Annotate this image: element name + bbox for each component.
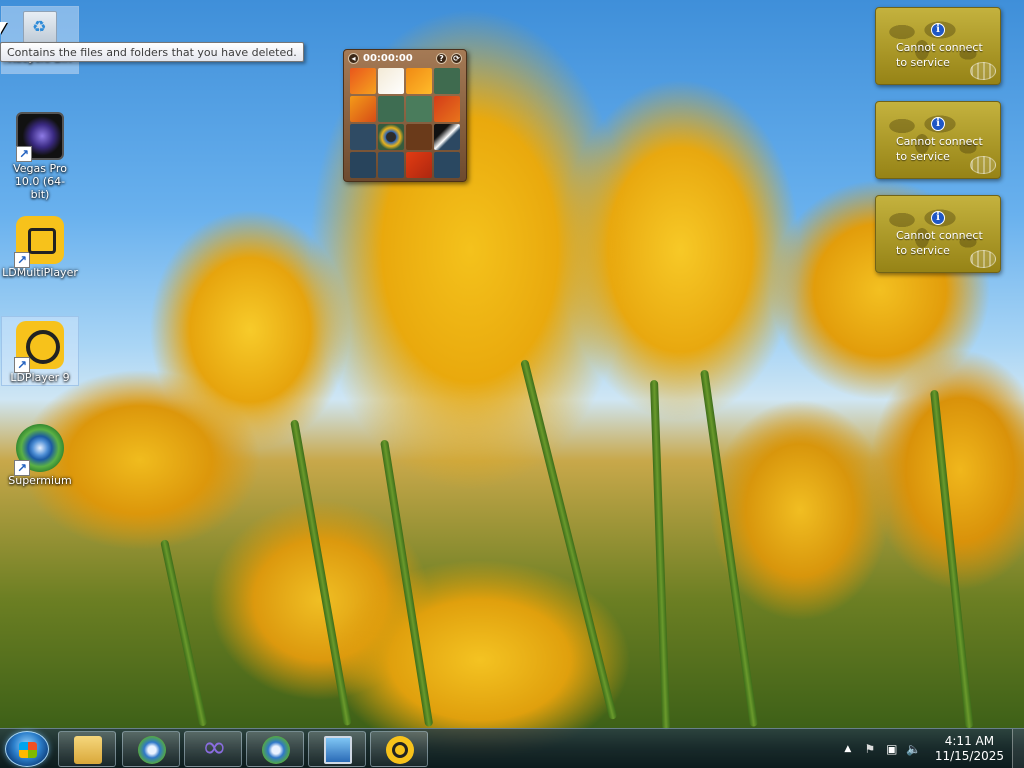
- wallpaper-stem: [380, 439, 434, 728]
- puzzle-tile[interactable]: [406, 96, 432, 122]
- puzzle-shuffle-button[interactable]: ⟳: [451, 53, 462, 64]
- weather-gadget[interactable]: i Cannot connect to service: [875, 7, 1001, 85]
- desktop-icon-ldmultiplayer[interactable]: ↗ LDMultiPlayer: [1, 212, 79, 279]
- weather-gadget[interactable]: i Cannot connect to service: [875, 195, 1001, 273]
- taskbar-button-remote-desktop[interactable]: [308, 731, 366, 767]
- puzzle-grid: [350, 68, 460, 178]
- desktop-icon-label: Supermium: [8, 474, 72, 487]
- puzzle-tile[interactable]: [378, 68, 404, 94]
- supermium-icon: [138, 736, 166, 764]
- puzzle-tile[interactable]: [378, 96, 404, 122]
- show-hidden-icons-button[interactable]: ▲: [840, 741, 856, 757]
- wallpaper-stem: [650, 379, 671, 730]
- taskbar-button-supermium[interactable]: [122, 731, 180, 767]
- desktop-icon-vegas-pro[interactable]: ↗ Vegas Pro 10.0 (64-bit): [1, 108, 79, 201]
- puzzle-tile[interactable]: [350, 68, 376, 94]
- supermium-icon: ↗: [14, 424, 64, 476]
- desktop-icon-label: Vegas Pro 10.0 (64-bit): [13, 162, 67, 201]
- ldmultiplayer-icon: ↗: [14, 216, 64, 268]
- mouse-cursor-icon: [0, 22, 7, 34]
- vegas-pro-icon: ↗: [16, 112, 64, 162]
- ldplayer-icon: ↗: [14, 321, 64, 373]
- puzzle-tile[interactable]: [350, 152, 376, 178]
- taskbar-button-ldplayer[interactable]: [370, 731, 428, 767]
- puzzle-tile[interactable]: [434, 124, 460, 150]
- info-icon: i: [931, 117, 945, 131]
- puzzle-tile[interactable]: [350, 124, 376, 150]
- shortcut-arrow-icon: ↗: [16, 146, 32, 162]
- puzzle-tile[interactable]: [406, 152, 432, 178]
- shortcut-arrow-icon: ↗: [14, 357, 30, 373]
- desktop-icon-ldplayer-9[interactable]: ↗ LDPlayer 9: [1, 316, 79, 386]
- show-desktop-button[interactable]: [1012, 729, 1024, 768]
- puzzle-tile[interactable]: [434, 68, 460, 94]
- shortcut-arrow-icon: ↗: [14, 460, 30, 476]
- puzzle-tile[interactable]: [434, 96, 460, 122]
- clock[interactable]: 4:11 AM 11/15/2025: [935, 734, 1004, 764]
- desktop-icon-label: LDMultiPlayer: [2, 266, 78, 279]
- wallpaper-stem: [160, 539, 208, 727]
- wallpaper-stem: [520, 359, 618, 720]
- monitor-icon: [324, 736, 352, 764]
- puzzle-tile[interactable]: [406, 124, 432, 150]
- ldplayer-icon: [386, 736, 414, 764]
- wallpaper-stem: [290, 419, 352, 726]
- weather-error-message: Cannot connect to service: [896, 228, 983, 258]
- shortcut-arrow-icon: ↗: [14, 252, 30, 268]
- volume-muted-icon[interactable]: 🔈: [906, 741, 922, 757]
- info-icon: i: [931, 23, 945, 37]
- clock-time: 4:11 AM: [944, 734, 995, 748]
- wallpaper-stem: [930, 389, 974, 729]
- globe-icon: [970, 156, 996, 174]
- recycle-bin-tooltip: Contains the files and folders that you …: [0, 42, 304, 62]
- globe-icon: [970, 62, 996, 80]
- desktop-icon-recycle-bin[interactable]: Recycle Bin: [1, 6, 79, 74]
- system-tray: ▲ ⚑ ▣ 🔈 4:11 AM 11/15/2025: [837, 729, 1024, 768]
- weather-gadget[interactable]: i Cannot connect to service: [875, 101, 1001, 179]
- weather-error-message: Cannot connect to service: [896, 40, 983, 70]
- puzzle-hint-button[interactable]: ◂: [348, 53, 359, 64]
- puzzle-titlebar: ◂ 00:00:00 ? ⟳: [344, 50, 466, 67]
- taskbar-button-explorer[interactable]: [58, 731, 116, 767]
- weather-error-line: Cannot connect: [896, 229, 983, 242]
- action-center-flag-icon[interactable]: ⚑: [862, 741, 878, 757]
- picture-puzzle-gadget[interactable]: ◂ 00:00:00 ? ⟳: [343, 49, 467, 182]
- weather-error-message: Cannot connect to service: [896, 134, 983, 164]
- wallpaper-stem: [700, 369, 759, 728]
- start-button[interactable]: [5, 731, 49, 767]
- puzzle-tile[interactable]: [434, 152, 460, 178]
- info-icon: i: [931, 211, 945, 225]
- network-icon[interactable]: ▣: [884, 741, 900, 757]
- folder-icon: [74, 736, 102, 764]
- puzzle-tile[interactable]: [378, 124, 404, 150]
- taskbar-button-infinity[interactable]: [184, 730, 242, 767]
- supermium-icon: [262, 736, 290, 764]
- globe-icon: [970, 250, 996, 268]
- infinity-icon: [200, 730, 228, 765]
- desktop-icon-supermium[interactable]: ↗ Supermium: [1, 420, 79, 487]
- weather-error-line: Cannot connect: [896, 41, 983, 54]
- puzzle-timer: 00:00:00: [363, 53, 413, 64]
- puzzle-tile[interactable]: [378, 152, 404, 178]
- puzzle-help-button[interactable]: ?: [436, 53, 447, 64]
- weather-error-line: Cannot connect: [896, 135, 983, 148]
- taskbar-button-supermium-2[interactable]: [246, 731, 304, 767]
- puzzle-tile[interactable]: [350, 96, 376, 122]
- puzzle-tile[interactable]: [406, 68, 432, 94]
- clock-date: 11/15/2025: [934, 749, 1004, 763]
- taskbar: ▲ ⚑ ▣ 🔈 4:11 AM 11/15/2025: [0, 728, 1024, 768]
